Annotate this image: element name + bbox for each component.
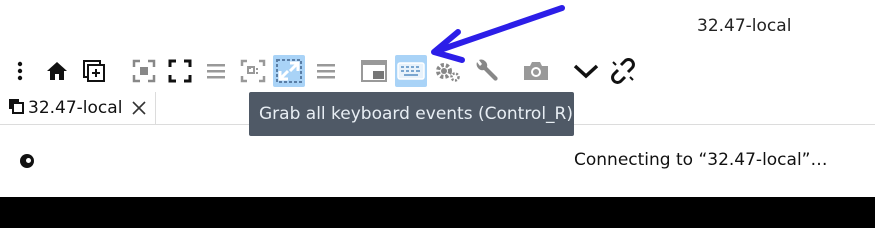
home-icon[interactable]	[41, 55, 73, 87]
close-icon[interactable]	[132, 101, 146, 115]
status-area: Connecting to “32.47-local”…	[0, 140, 875, 184]
tab-label: 32.47-local	[28, 98, 123, 118]
camera-icon[interactable]	[520, 55, 552, 87]
chevron-down-icon[interactable]	[570, 55, 602, 87]
picture-in-picture-icon[interactable]	[358, 55, 390, 87]
window-tab-icon	[8, 98, 24, 118]
fullscreen-icon[interactable]	[164, 55, 196, 87]
tab-connection[interactable]: 32.47-local	[0, 92, 156, 124]
spinner-icon	[19, 153, 35, 173]
kebab-menu-icon[interactable]	[4, 55, 36, 87]
disconnect-link-icon[interactable]	[607, 55, 639, 87]
scale-icon[interactable]	[237, 55, 269, 87]
wrench-icon[interactable]	[470, 55, 502, 87]
fit-window-icon[interactable]	[128, 55, 160, 87]
toolbar	[0, 52, 660, 88]
keyboard-grab-tooltip: Grab all keyboard events (Control_R)	[249, 92, 574, 136]
new-window-icon[interactable]	[78, 55, 110, 87]
menu-lines-icon[interactable]	[200, 55, 232, 87]
gears-icon[interactable]	[432, 55, 464, 87]
resize-to-fit-icon[interactable]	[273, 55, 305, 87]
window-title: 32.47-local	[697, 16, 792, 36]
keyboard-icon[interactable]	[395, 55, 427, 87]
remote-display-area[interactable]	[0, 197, 875, 228]
menu-lines-icon[interactable]	[310, 55, 342, 87]
connection-status: Connecting to “32.47-local”…	[574, 150, 828, 170]
